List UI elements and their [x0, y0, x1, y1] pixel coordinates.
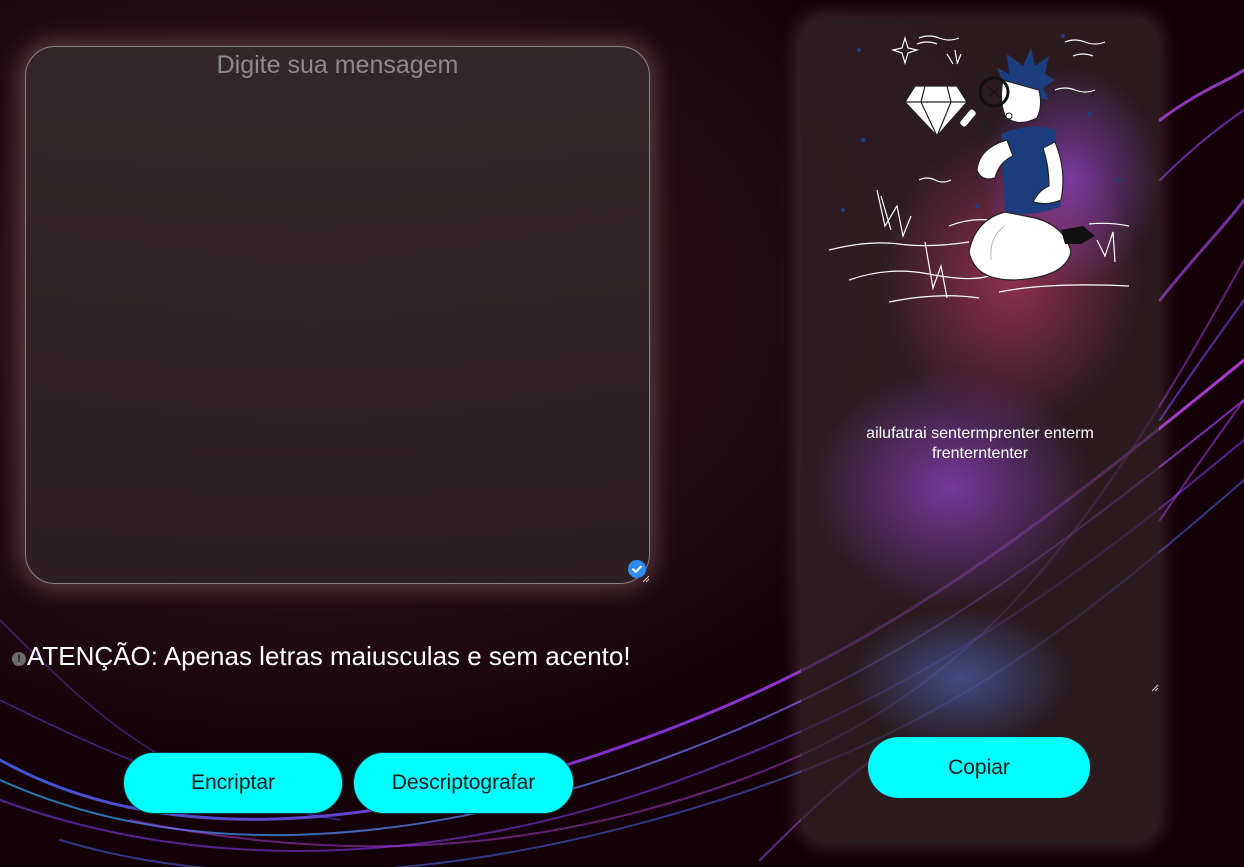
searching-person-illustration — [829, 34, 1130, 303]
resize-handle-icon[interactable] — [642, 575, 650, 583]
message-input-container — [25, 46, 650, 584]
info-circle-icon: ! — [12, 651, 26, 666]
decrypt-button[interactable]: Descriptografar — [353, 752, 574, 814]
result-panel: ailufatrai sentermprenter enterm frenter… — [801, 18, 1159, 842]
message-input[interactable] — [26, 47, 649, 583]
warning-text: ATENÇÃO: Apenas letras maiusculas e sem … — [27, 641, 631, 671]
copy-button[interactable]: Copiar — [868, 737, 1090, 798]
encrypt-button[interactable]: Encriptar — [123, 752, 343, 814]
result-resize-handle-icon[interactable] — [1151, 684, 1159, 692]
result-text: ailufatrai sentermprenter enterm frenter… — [866, 425, 1094, 462]
warning-message: ! ATENÇÃO: Apenas letras maiusculas e se… — [12, 641, 631, 672]
